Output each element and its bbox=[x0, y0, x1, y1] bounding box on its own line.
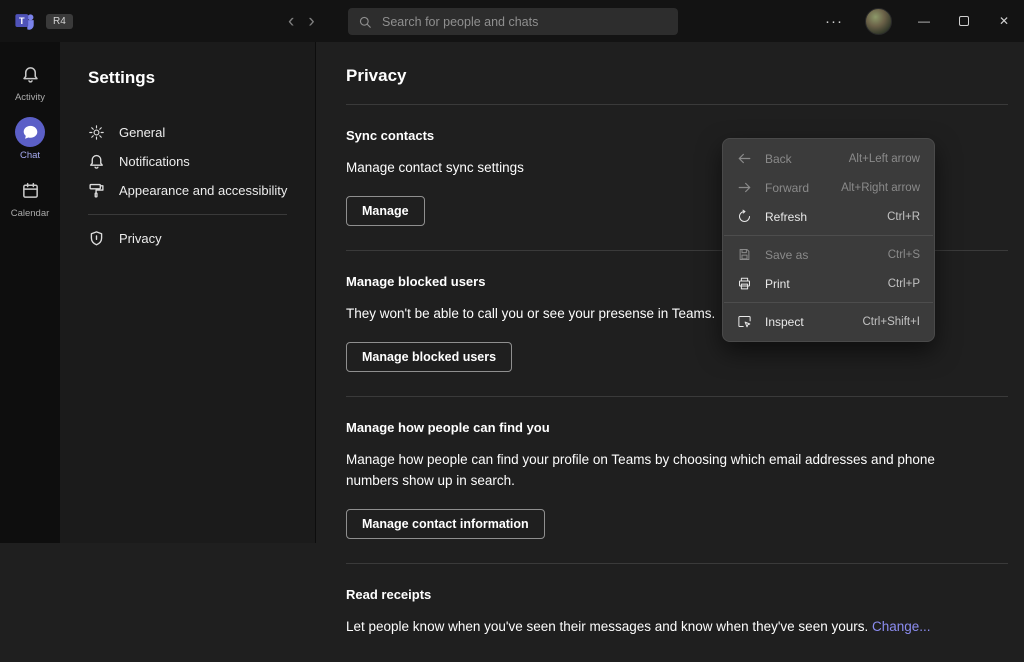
menu-item-print[interactable]: Print Ctrl+P bbox=[723, 269, 934, 298]
search-input[interactable] bbox=[380, 13, 668, 30]
page-title: Privacy bbox=[346, 66, 407, 85]
maximize-icon bbox=[959, 16, 969, 26]
inspect-icon bbox=[737, 314, 752, 329]
gear-icon bbox=[88, 124, 105, 141]
shield-icon bbox=[88, 230, 105, 247]
printer-icon bbox=[737, 276, 752, 291]
change-link[interactable]: Change... bbox=[872, 619, 931, 634]
calendar-icon bbox=[15, 175, 45, 205]
arrow-right-icon bbox=[737, 180, 752, 195]
more-options-button[interactable]: ··· bbox=[815, 13, 853, 30]
bell-icon bbox=[88, 153, 105, 170]
back-button[interactable]: ‹ bbox=[288, 12, 294, 31]
environment-badge: R4 bbox=[46, 13, 73, 29]
menu-item-label: Print bbox=[765, 276, 790, 291]
save-icon bbox=[737, 247, 752, 262]
manage-blocked-users-button[interactable]: Manage blocked users bbox=[346, 341, 513, 372]
menu-item-shortcut: Alt+Right arrow bbox=[841, 181, 920, 194]
menu-item-forward: Forward Alt+Right arrow bbox=[723, 173, 934, 202]
read-receipts-text: Let people know when you've seen their m… bbox=[346, 618, 872, 634]
close-button[interactable]: ✕ bbox=[984, 0, 1024, 42]
paintbrush-icon bbox=[88, 182, 105, 199]
minimize-button[interactable]: — bbox=[904, 0, 944, 42]
section-description: Let people know when you've seen their m… bbox=[346, 617, 986, 638]
sidebar-item-privacy[interactable]: Privacy bbox=[88, 224, 315, 253]
sidebar-item-label: Notifications bbox=[119, 154, 190, 169]
titlebar-right: ··· — ✕ bbox=[815, 0, 1024, 42]
rail-item-label: Chat bbox=[19, 150, 41, 161]
menu-item-label: Refresh bbox=[765, 209, 808, 224]
titlebar: T R4 ‹ › ··· — ✕ bbox=[0, 0, 1024, 42]
menu-item-label: Inspect bbox=[765, 314, 804, 329]
rail-item-calendar[interactable]: Calendar bbox=[0, 168, 60, 226]
menu-item-refresh[interactable]: Refresh Ctrl+R bbox=[723, 202, 934, 231]
menu-item-shortcut: Ctrl+P bbox=[887, 277, 920, 290]
settings-title: Settings bbox=[88, 68, 156, 87]
bell-icon bbox=[15, 59, 45, 89]
section-read-receipts: Read receipts Let people know when you'v… bbox=[346, 564, 1008, 662]
menu-item-shortcut: Ctrl+R bbox=[887, 210, 920, 223]
sidebar-item-notifications[interactable]: Notifications bbox=[88, 147, 315, 176]
section-find-you: Manage how people can find you Manage ho… bbox=[346, 397, 1008, 564]
settings-sidebar: Settings General Notifications Appearanc… bbox=[60, 42, 316, 543]
titlebar-left: T R4 bbox=[0, 10, 73, 32]
menu-divider bbox=[724, 235, 933, 236]
avatar[interactable] bbox=[865, 7, 892, 35]
teams-logo-icon: T bbox=[14, 10, 36, 32]
maximize-button[interactable] bbox=[944, 0, 984, 42]
menu-item-inspect[interactable]: Inspect Ctrl+Shift+I bbox=[723, 307, 934, 336]
chat-icon bbox=[15, 117, 45, 147]
menu-item-save-as: Save as Ctrl+S bbox=[723, 240, 934, 269]
rail-item-label: Activity bbox=[14, 92, 46, 103]
menu-divider bbox=[724, 302, 933, 303]
menu-item-label: Forward bbox=[765, 180, 810, 195]
app-rail: Activity Chat Calendar bbox=[0, 42, 60, 543]
search-box[interactable] bbox=[348, 8, 678, 35]
history-nav: ‹ › bbox=[288, 0, 315, 42]
sidebar-item-general[interactable]: General bbox=[88, 118, 315, 147]
menu-item-shortcut: Ctrl+S bbox=[887, 248, 920, 261]
sidebar-divider bbox=[88, 214, 287, 215]
sidebar-item-label: General bbox=[119, 125, 166, 140]
search-icon bbox=[358, 15, 372, 29]
rail-item-chat[interactable]: Chat bbox=[0, 110, 60, 168]
section-description: Manage how people can find your profile … bbox=[346, 451, 935, 488]
svg-text:T: T bbox=[19, 16, 25, 26]
section-heading: Manage how people can find you bbox=[346, 419, 550, 435]
sidebar-item-label: Privacy bbox=[119, 231, 162, 246]
arrow-left-icon bbox=[737, 151, 752, 166]
rail-item-activity[interactable]: Activity bbox=[0, 52, 60, 110]
rail-item-label: Calendar bbox=[10, 208, 50, 219]
menu-item-shortcut: Alt+Left arrow bbox=[848, 152, 920, 165]
refresh-icon bbox=[737, 209, 752, 224]
context-menu: Back Alt+Left arrow Forward Alt+Right ar… bbox=[722, 138, 935, 342]
section-heading: Read receipts bbox=[346, 586, 432, 602]
menu-item-shortcut: Ctrl+Shift+I bbox=[862, 315, 920, 328]
sidebar-item-appearance[interactable]: Appearance and accessibility bbox=[88, 176, 315, 205]
menu-item-label: Save as bbox=[765, 247, 809, 262]
manage-contact-info-button[interactable]: Manage contact information bbox=[346, 508, 545, 539]
forward-button[interactable]: › bbox=[308, 12, 314, 31]
manage-sync-button[interactable]: Manage bbox=[346, 195, 425, 226]
menu-item-back: Back Alt+Left arrow bbox=[723, 144, 934, 173]
sidebar-item-label: Appearance and accessibility bbox=[119, 183, 288, 198]
menu-item-label: Back bbox=[765, 151, 792, 166]
